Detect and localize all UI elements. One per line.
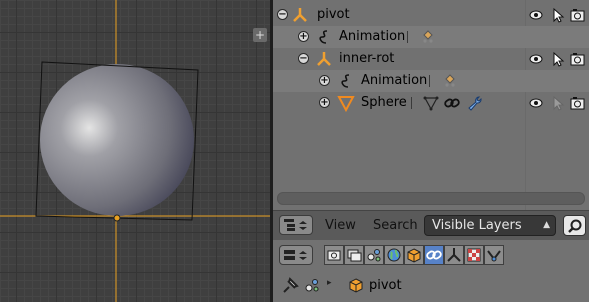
scene-tab[interactable]	[364, 245, 384, 265]
pin-icon[interactable]	[281, 277, 299, 295]
camera-render-icon[interactable]	[570, 51, 586, 67]
camera-render-icon[interactable]	[570, 95, 586, 111]
outliner-row-animation[interactable]: + Animation	[273, 70, 589, 92]
empty-axes-icon	[317, 52, 331, 66]
cursor-select-disabled-icon[interactable]	[550, 95, 566, 111]
object-tab[interactable]	[404, 245, 424, 265]
animation-icon	[341, 74, 350, 88]
render-tab[interactable]	[324, 245, 344, 265]
action-keyframes-icon	[445, 74, 455, 87]
outliner-item-label[interactable]: Animation	[361, 73, 427, 88]
search-filter-button[interactable]	[563, 215, 586, 236]
animation-icon	[319, 30, 328, 44]
outliner-header: View Search Visible Layers ▲▼	[273, 210, 589, 249]
render-layers-tab[interactable]	[344, 245, 364, 265]
expand-icon[interactable]: +	[319, 97, 330, 108]
display-mode-dropdown[interactable]: Visible Layers ▲▼	[424, 215, 556, 249]
sphere-object	[40, 64, 194, 216]
outliner-item-label[interactable]: Animation	[339, 29, 405, 44]
action-keyframes-icon	[423, 30, 433, 43]
constraint-link-icon	[426, 250, 442, 260]
search-icon	[568, 219, 582, 233]
outliner: − pivot + Animation − inner-rot + Animat…	[273, 0, 589, 210]
scene-icon	[305, 279, 319, 292]
origin-point	[113, 214, 121, 222]
collapse-icon[interactable]: −	[298, 53, 309, 64]
expand-icon[interactable]: +	[298, 31, 309, 42]
constraint-link-icon[interactable]	[444, 95, 460, 111]
camera-icon	[327, 250, 341, 261]
outliner-item-label[interactable]: Sphere	[361, 95, 407, 110]
outliner-row-inner-rot[interactable]: − inner-rot	[273, 48, 589, 70]
separator	[411, 97, 412, 109]
properties-context-path: ▸ pivot	[273, 269, 589, 302]
physics-icon	[487, 250, 501, 262]
object-cube-icon	[349, 278, 363, 293]
empty-axes-icon	[447, 248, 461, 262]
empty-data-tab[interactable]	[444, 245, 464, 265]
editor-type-button[interactable]	[279, 215, 313, 235]
world-icon	[387, 248, 401, 262]
collapse-icon[interactable]: −	[277, 9, 288, 20]
outliner-item-label[interactable]: inner-rot	[339, 51, 394, 66]
display-mode-value: Visible Layers	[432, 218, 522, 233]
eye-icon[interactable]	[528, 95, 544, 111]
expand-icon[interactable]: +	[319, 75, 330, 86]
properties-header	[273, 239, 589, 270]
object-cube-icon	[407, 248, 421, 263]
add-region-icon[interactable]: +	[253, 28, 267, 42]
outliner-editor-icon	[284, 219, 307, 231]
texture-tab[interactable]	[464, 245, 484, 265]
render-layers-icon	[347, 249, 362, 262]
eye-icon[interactable]	[528, 7, 544, 23]
cursor-select-icon[interactable]	[550, 7, 566, 23]
empty-axes-icon	[293, 8, 307, 22]
scene-icon	[367, 249, 381, 262]
outliner-row-pivot[interactable]: − pivot	[273, 4, 589, 26]
context-object-label: pivot	[369, 278, 402, 293]
outliner-scrollbar[interactable]	[277, 192, 585, 205]
viewport-canvas	[0, 0, 270, 302]
3d-viewport[interactable]: +	[0, 0, 270, 302]
separator	[429, 75, 430, 87]
outliner-row-animation[interactable]: + Animation	[273, 26, 589, 48]
modifier-wrench-icon[interactable]	[467, 95, 483, 111]
outliner-item-label[interactable]: pivot	[317, 7, 350, 22]
camera-render-icon[interactable]	[570, 7, 586, 23]
world-tab[interactable]	[384, 245, 404, 265]
search-menu[interactable]: Search	[373, 218, 418, 233]
view-menu[interactable]: View	[325, 218, 356, 233]
properties-editor-icon	[284, 250, 307, 260]
chevron-right-icon: ▸	[327, 278, 332, 288]
texture-checker-icon	[467, 248, 481, 262]
constraints-tab[interactable]	[424, 245, 444, 265]
eye-icon[interactable]	[528, 51, 544, 67]
cursor-select-icon[interactable]	[550, 51, 566, 67]
mesh-object-icon	[337, 96, 355, 112]
mesh-data-icon[interactable]	[423, 95, 439, 111]
physics-tab[interactable]	[484, 245, 504, 265]
outliner-row-sphere[interactable]: + Sphere	[273, 92, 589, 114]
editor-type-button[interactable]	[279, 245, 313, 265]
separator	[407, 31, 408, 43]
